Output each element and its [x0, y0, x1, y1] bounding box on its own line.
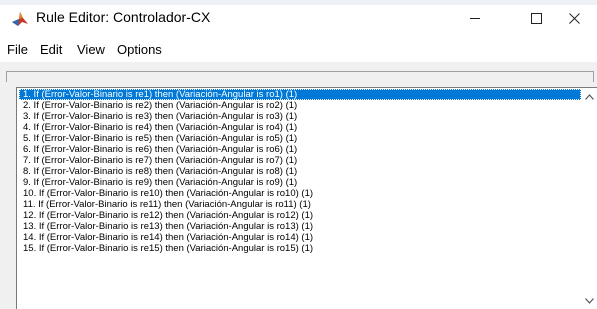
rule-item[interactable]: 3. If (Error-Valor-Binario is re3) then … [19, 111, 581, 122]
rule-item[interactable]: 9. If (Error-Valor-Binario is re9) then … [19, 177, 581, 188]
editor-client-area: 1. If (Error-Valor-Binario is re1) then … [0, 62, 597, 309]
window-title: Rule Editor: Controlador-CX [36, 9, 211, 25]
title-bar-strip [0, 0, 597, 5]
chevron-up-icon[interactable] [582, 89, 597, 104]
rule-item[interactable]: 12. If (Error-Valor-Binario is re12) the… [19, 210, 581, 221]
vertical-scrollbar[interactable] [582, 88, 597, 309]
rule-item[interactable]: 8. If (Error-Valor-Binario is re8) then … [19, 166, 581, 177]
rule-item[interactable]: 5. If (Error-Valor-Binario is re5) then … [19, 133, 581, 144]
rule-item-selected[interactable]: 1. If (Error-Valor-Binario is re1) then … [19, 89, 581, 100]
rule-list-items: 1. If (Error-Valor-Binario is re1) then … [19, 89, 581, 254]
rule-item[interactable]: 4. If (Error-Valor-Binario is re4) then … [19, 122, 581, 133]
chevron-down-icon[interactable] [582, 293, 597, 308]
close-icon [569, 11, 580, 27]
rule-item[interactable]: 15. If (Error-Valor-Binario is re15) the… [19, 243, 581, 254]
close-button[interactable] [552, 4, 597, 34]
menu-options[interactable]: Options [117, 42, 162, 57]
panel-frame [6, 71, 594, 82]
rule-item[interactable]: 10. If (Error-Valor-Binario is re10) the… [19, 188, 581, 199]
menu-edit[interactable]: Edit [40, 42, 62, 57]
rule-item[interactable]: 2. If (Error-Valor-Binario is re2) then … [19, 100, 581, 111]
menu-bar: File Edit View Options [0, 36, 597, 62]
title-bar[interactable]: Rule Editor: Controlador-CX [0, 0, 597, 36]
rule-list[interactable]: 1. If (Error-Valor-Binario is re1) then … [16, 87, 597, 309]
menu-file[interactable]: File [7, 42, 28, 57]
maximize-icon [530, 11, 542, 27]
minimize-button[interactable] [452, 4, 498, 34]
minimize-icon [469, 11, 481, 27]
rule-item[interactable]: 7. If (Error-Valor-Binario is re7) then … [19, 155, 581, 166]
rule-item[interactable]: 6. If (Error-Valor-Binario is re6) then … [19, 144, 581, 155]
rule-item[interactable]: 11. If (Error-Valor-Binario is re11) the… [19, 199, 581, 210]
matlab-icon[interactable] [11, 10, 29, 28]
menu-view[interactable]: View [77, 42, 105, 57]
rule-item[interactable]: 13. If (Error-Valor-Binario is re13) the… [19, 221, 581, 232]
rule-item[interactable]: 14. If (Error-Valor-Binario is re14) the… [19, 232, 581, 243]
